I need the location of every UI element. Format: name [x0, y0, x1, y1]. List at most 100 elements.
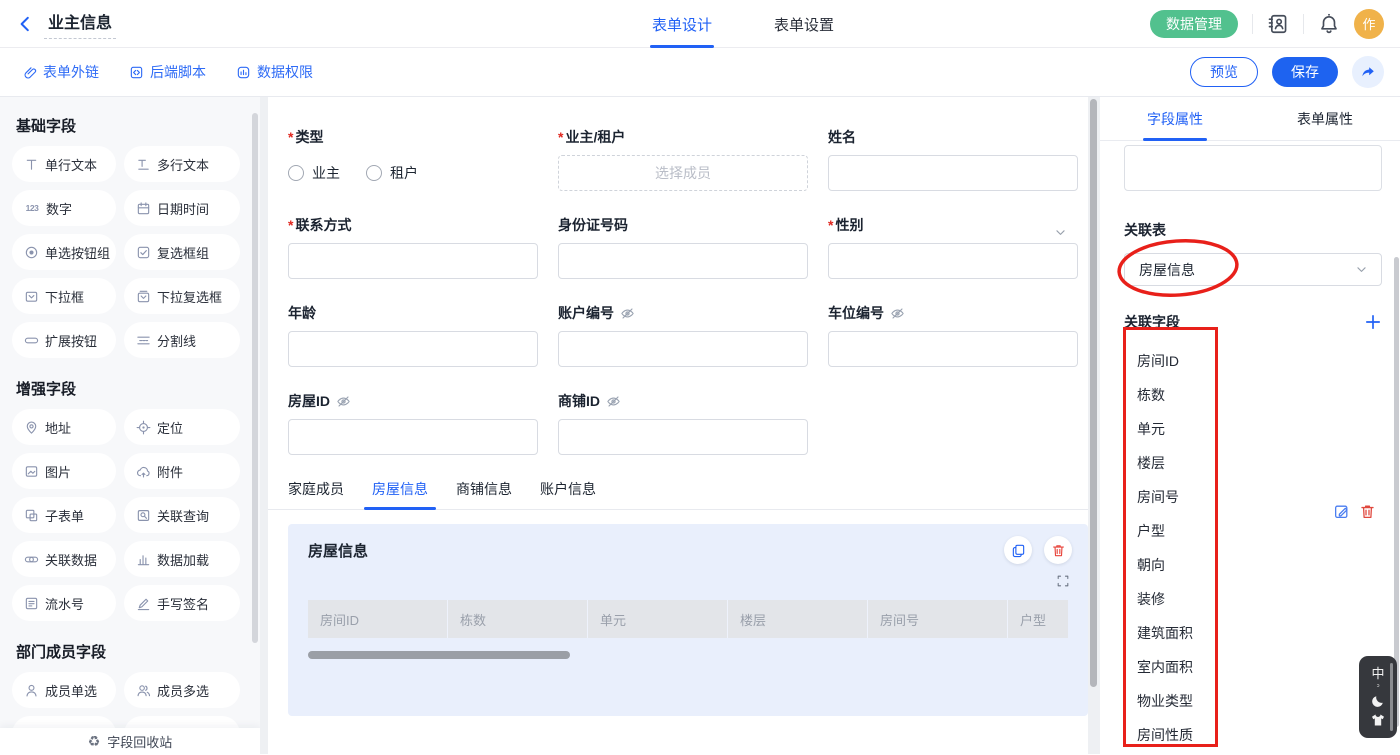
radio-tenant[interactable]: 租户 [366, 163, 418, 183]
copy-button[interactable] [1004, 536, 1032, 564]
bell-icon[interactable] [1318, 13, 1340, 35]
sidebar-scrollbar[interactable] [252, 113, 258, 643]
field-name[interactable]: 姓名 [828, 127, 1078, 191]
list-item[interactable]: 建筑面积 [1124, 616, 1382, 650]
field-id-card[interactable]: 身份证号码 [558, 215, 808, 279]
field-type[interactable]: *类型 业主 租户 [288, 127, 538, 191]
tab-shop-info[interactable]: 商铺信息 [456, 479, 512, 509]
tab-field-properties[interactable]: 字段属性 [1100, 97, 1250, 140]
property-input[interactable] [1124, 145, 1382, 191]
tab-family-members[interactable]: 家庭成员 [288, 479, 344, 509]
sidebar-item-member-single[interactable]: 成员单选 [12, 672, 116, 708]
permission-icon [236, 65, 251, 80]
field-account-no[interactable]: 账户编号 [558, 303, 808, 367]
list-item[interactable]: 装修 [1124, 582, 1382, 616]
sidebar-item-relation-lookup[interactable]: 关联查询 [124, 497, 240, 533]
list-item[interactable]: 单元 [1124, 412, 1382, 446]
panel-scrollbar[interactable] [1394, 257, 1399, 727]
parking-no-input[interactable] [828, 331, 1078, 367]
sidebar-item-divider[interactable]: 分割线 [124, 322, 240, 358]
avatar[interactable]: 作 [1354, 9, 1384, 39]
delete-button[interactable] [1044, 536, 1072, 564]
sidebar-item-number[interactable]: 123数字 [12, 190, 116, 226]
theme-shirt-icon[interactable] [1370, 712, 1386, 728]
page-title[interactable]: 业主信息 [44, 9, 116, 39]
id-card-input[interactable] [558, 243, 808, 279]
sidebar-item-subform[interactable]: 子表单 [12, 497, 116, 533]
field-shop-id[interactable]: 商铺ID [558, 391, 808, 455]
form-external-link[interactable]: 表单外链 [22, 62, 99, 82]
sidebar-item-data-load[interactable]: 数据加载 [124, 541, 240, 577]
sidebar-item-single-line-text[interactable]: 单行文本 [12, 146, 116, 182]
sidebar-item-relation-data[interactable]: 关联数据 [12, 541, 116, 577]
sidebar-item-multiselect[interactable]: 下拉复选框 [124, 278, 240, 314]
field-gender[interactable]: *性别 [828, 215, 1078, 279]
edit-icon[interactable] [1333, 503, 1350, 520]
form-row: 房屋ID 商铺ID [288, 391, 1078, 455]
data-permission-link[interactable]: 数据权限 [236, 62, 313, 82]
sidebar-item-member-multi[interactable]: 成员多选 [124, 672, 240, 708]
sidebar-item-locate[interactable]: 定位 [124, 409, 240, 445]
list-item[interactable]: 朝向 [1124, 548, 1382, 582]
list-item[interactable]: 房间性质 [1124, 718, 1382, 752]
divider [1303, 14, 1304, 34]
data-manage-button[interactable]: 数据管理 [1150, 10, 1238, 38]
expand-icon[interactable] [1056, 574, 1070, 588]
field-parking-no[interactable]: 车位编号 [828, 303, 1078, 367]
list-item[interactable]: 房间ID [1124, 344, 1382, 378]
sidebar-item-radio-group[interactable]: 单选按钮组 [12, 234, 116, 270]
page-scrollbar[interactable] [1390, 663, 1393, 731]
sidebar-item-select[interactable]: 下拉框 [12, 278, 116, 314]
backend-script-link[interactable]: 后端脚本 [129, 62, 206, 82]
preview-button[interactable]: 预览 [1190, 57, 1258, 87]
shop-id-input[interactable] [558, 419, 808, 455]
age-input[interactable] [288, 331, 538, 367]
field-age[interactable]: 年龄 [288, 303, 538, 367]
language-toggle-icon[interactable]: 中 [1371, 667, 1384, 680]
field-house-id[interactable]: 房屋ID [288, 391, 538, 455]
sidebar-item-serial-number[interactable]: 流水号 [12, 585, 116, 621]
member-picker[interactable]: 选择成员 [558, 155, 808, 191]
contacts-book-icon[interactable] [1267, 13, 1289, 35]
gender-select[interactable] [828, 243, 1078, 279]
contact-input[interactable] [288, 243, 538, 279]
sidebar-item-datetime[interactable]: 日期时间 [124, 190, 240, 226]
sidebar-item-signature[interactable]: 手写签名 [124, 585, 240, 621]
tab-form-properties[interactable]: 表单属性 [1250, 97, 1400, 140]
house-id-input[interactable] [288, 419, 538, 455]
horizontal-scrollbar[interactable] [308, 651, 570, 659]
back-icon[interactable] [16, 15, 34, 33]
canvas-scrollbar[interactable] [1090, 99, 1097, 687]
tab-form-design[interactable]: 表单设计 [652, 0, 712, 48]
share-button[interactable] [1352, 56, 1384, 88]
dark-mode-moon-icon[interactable] [1370, 693, 1386, 709]
sidebar-item-address[interactable]: 地址 [12, 409, 116, 445]
list-item[interactable]: 栋数 [1124, 378, 1382, 412]
sidebar-item-multi-line-text[interactable]: 多行文本 [124, 146, 240, 182]
account-no-input[interactable] [558, 331, 808, 367]
list-item[interactable]: 楼层 [1124, 446, 1382, 480]
sidebar-item-attachment[interactable]: 附件 [124, 453, 240, 489]
subtable-house-info[interactable]: 房屋信息 房间ID 栋数 单元 楼层 房间号 户型 [288, 524, 1088, 716]
field-recycle-bin[interactable]: ♻ 字段回收站 [0, 728, 260, 754]
add-field-icon[interactable] [1364, 313, 1382, 331]
field-owner-tenant[interactable]: *业主/租户 选择成员 [558, 127, 808, 191]
related-table-select[interactable]: 房屋信息 [1124, 253, 1382, 286]
list-item[interactable]: 城市 [1124, 752, 1382, 754]
tab-account-info[interactable]: 账户信息 [540, 479, 596, 509]
trash-icon[interactable] [1359, 503, 1376, 520]
radio-owner[interactable]: 业主 [288, 163, 340, 183]
list-item[interactable]: 室内面积 [1124, 650, 1382, 684]
name-input[interactable] [828, 155, 1078, 191]
tab-house-info[interactable]: 房屋信息 [372, 479, 428, 509]
list-item[interactable]: 物业类型 [1124, 684, 1382, 718]
sidebar-item-checkbox-group[interactable]: 复选框组 [124, 234, 240, 270]
top-bar: 业主信息 表单设计 表单设置 数据管理 作 [0, 0, 1400, 48]
sidebar-item-extend-button[interactable]: 扩展按钮 [12, 322, 116, 358]
column-header: 房间号 [868, 600, 1008, 638]
sidebar-item-image[interactable]: 图片 [12, 453, 116, 489]
floating-settings-widget[interactable]: 中 ᵓ [1359, 656, 1397, 738]
tab-form-settings[interactable]: 表单设置 [774, 0, 834, 48]
field-contact[interactable]: *联系方式 [288, 215, 538, 279]
save-button[interactable]: 保存 [1272, 57, 1338, 87]
